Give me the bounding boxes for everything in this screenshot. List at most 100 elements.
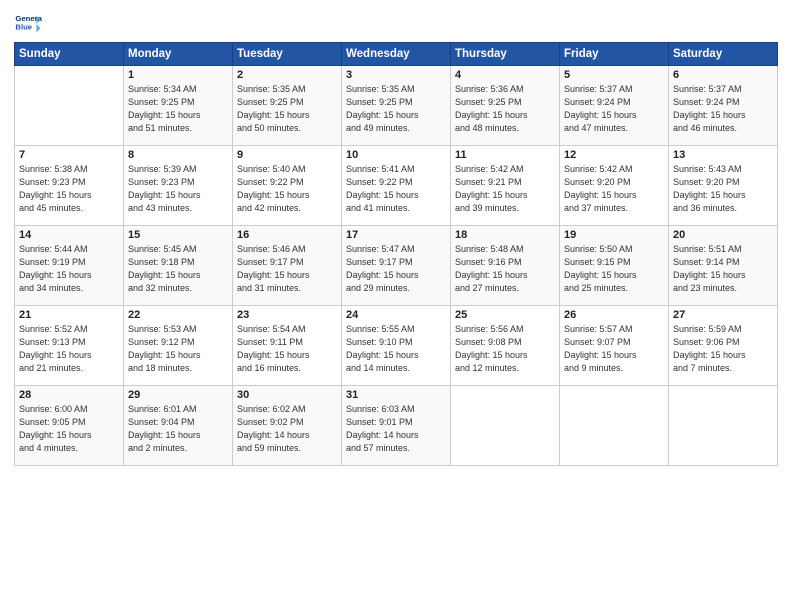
calendar-day-cell: 9 Sunrise: 5:40 AM Sunset: 9:22 PM Daylig… (233, 146, 342, 226)
day-number: 24 (346, 309, 446, 321)
day-number: 29 (128, 389, 228, 401)
logo: General Blue (14, 10, 42, 38)
calendar-day-cell: 31 Sunrise: 6:03 AM Sunset: 9:01 PM Dayli… (342, 386, 451, 466)
calendar-day-cell: 6Sunrise: 5:37 AM Sunset: 9:24 PM Daylig… (669, 66, 778, 146)
calendar-week-row: 14 Sunrise: 5:44 AM Sunset: 9:19 PM Dayli… (15, 226, 778, 306)
day-info: Sunrise: 5:44 AM Sunset: 9:19 PM Dayligh… (19, 243, 119, 295)
header-row: SundayMondayTuesdayWednesdayThursdayFrid… (15, 43, 778, 66)
day-info: Sunrise: 6:02 AM Sunset: 9:02 PM Dayligh… (237, 403, 337, 455)
calendar-body: 1Sunrise: 5:34 AM Sunset: 9:25 PM Daylig… (15, 66, 778, 466)
day-number: 17 (346, 229, 446, 241)
calendar-day-cell: 7 Sunrise: 5:38 AM Sunset: 9:23 PM Daylig… (15, 146, 124, 226)
day-info: Sunrise: 5:40 AM Sunset: 9:22 PM Dayligh… (237, 163, 337, 215)
day-number: 6 (673, 69, 773, 81)
calendar-day-cell: 15 Sunrise: 5:45 AM Sunset: 9:18 PM Dayli… (124, 226, 233, 306)
day-info: Sunrise: 5:36 AM Sunset: 9:25 PM Dayligh… (455, 83, 555, 135)
calendar-day-cell: 5 Sunrise: 5:37 AM Sunset: 9:24 PM Daylig… (560, 66, 669, 146)
weekday-header: Monday (124, 43, 233, 66)
day-number: 8 (128, 149, 228, 161)
day-info: Sunrise: 5:45 AM Sunset: 9:18 PM Dayligh… (128, 243, 228, 295)
day-info: Sunrise: 5:35 AM Sunset: 9:25 PM Dayligh… (237, 83, 337, 135)
calendar-week-row: 7 Sunrise: 5:38 AM Sunset: 9:23 PM Daylig… (15, 146, 778, 226)
day-info: Sunrise: 5:34 AM Sunset: 9:25 PM Dayligh… (128, 83, 228, 135)
calendar-day-cell: 11 Sunrise: 5:42 AM Sunset: 9:21 PM Dayli… (451, 146, 560, 226)
day-info: Sunrise: 5:55 AM Sunset: 9:10 PM Dayligh… (346, 323, 446, 375)
day-number: 2 (237, 69, 337, 81)
header: General Blue (14, 10, 778, 38)
logo-icon: General Blue (14, 10, 42, 38)
day-number: 15 (128, 229, 228, 241)
day-number: 21 (19, 309, 119, 321)
day-number: 28 (19, 389, 119, 401)
day-number: 10 (346, 149, 446, 161)
calendar-day-cell: 3 Sunrise: 5:35 AM Sunset: 9:25 PM Daylig… (342, 66, 451, 146)
calendar-day-cell (669, 386, 778, 466)
day-info: Sunrise: 5:51 AM Sunset: 9:14 PM Dayligh… (673, 243, 773, 295)
calendar-day-cell: 27 Sunrise: 5:59 AM Sunset: 9:06 PM Dayli… (669, 306, 778, 386)
day-info: Sunrise: 5:41 AM Sunset: 9:22 PM Dayligh… (346, 163, 446, 215)
calendar-week-row: 28 Sunrise: 6:00 AM Sunset: 9:05 PM Dayli… (15, 386, 778, 466)
day-info: Sunrise: 5:53 AM Sunset: 9:12 PM Dayligh… (128, 323, 228, 375)
day-info: Sunrise: 6:00 AM Sunset: 9:05 PM Dayligh… (19, 403, 119, 455)
calendar-day-cell: 23Sunrise: 5:54 AM Sunset: 9:11 PM Dayli… (233, 306, 342, 386)
calendar-day-cell: 24 Sunrise: 5:55 AM Sunset: 9:10 PM Dayli… (342, 306, 451, 386)
day-info: Sunrise: 5:56 AM Sunset: 9:08 PM Dayligh… (455, 323, 555, 375)
calendar-day-cell: 22 Sunrise: 5:53 AM Sunset: 9:12 PM Dayli… (124, 306, 233, 386)
calendar-day-cell: 19Sunrise: 5:50 AM Sunset: 9:15 PM Dayli… (560, 226, 669, 306)
day-number: 3 (346, 69, 446, 81)
calendar-day-cell: 12Sunrise: 5:42 AM Sunset: 9:20 PM Dayli… (560, 146, 669, 226)
calendar-day-cell: 30 Sunrise: 6:02 AM Sunset: 9:02 PM Dayli… (233, 386, 342, 466)
day-number: 27 (673, 309, 773, 321)
day-info: Sunrise: 5:38 AM Sunset: 9:23 PM Dayligh… (19, 163, 119, 215)
day-number: 14 (19, 229, 119, 241)
calendar-day-cell: 21 Sunrise: 5:52 AM Sunset: 9:13 PM Dayli… (15, 306, 124, 386)
day-info: Sunrise: 5:59 AM Sunset: 9:06 PM Dayligh… (673, 323, 773, 375)
calendar-day-cell: 8Sunrise: 5:39 AM Sunset: 9:23 PM Daylig… (124, 146, 233, 226)
day-number: 20 (673, 229, 773, 241)
day-number: 16 (237, 229, 337, 241)
calendar-day-cell: 18Sunrise: 5:48 AM Sunset: 9:16 PM Dayli… (451, 226, 560, 306)
calendar-week-row: 1Sunrise: 5:34 AM Sunset: 9:25 PM Daylig… (15, 66, 778, 146)
day-number: 7 (19, 149, 119, 161)
day-number: 31 (346, 389, 446, 401)
weekday-header: Sunday (15, 43, 124, 66)
day-info: Sunrise: 5:37 AM Sunset: 9:24 PM Dayligh… (564, 83, 664, 135)
calendar-day-cell: 20 Sunrise: 5:51 AM Sunset: 9:14 PM Dayli… (669, 226, 778, 306)
calendar-day-cell (560, 386, 669, 466)
day-number: 25 (455, 309, 555, 321)
weekday-header: Wednesday (342, 43, 451, 66)
day-number: 12 (564, 149, 664, 161)
calendar-day-cell: 28 Sunrise: 6:00 AM Sunset: 9:05 PM Dayli… (15, 386, 124, 466)
day-number: 11 (455, 149, 555, 161)
day-info: Sunrise: 5:52 AM Sunset: 9:13 PM Dayligh… (19, 323, 119, 375)
day-info: Sunrise: 6:01 AM Sunset: 9:04 PM Dayligh… (128, 403, 228, 455)
calendar-day-cell (15, 66, 124, 146)
calendar-day-cell: 2 Sunrise: 5:35 AM Sunset: 9:25 PM Daylig… (233, 66, 342, 146)
calendar-day-cell: 29 Sunrise: 6:01 AM Sunset: 9:04 PM Dayli… (124, 386, 233, 466)
calendar-week-row: 21 Sunrise: 5:52 AM Sunset: 9:13 PM Dayli… (15, 306, 778, 386)
calendar-day-cell (451, 386, 560, 466)
calendar-day-cell: 26Sunrise: 5:57 AM Sunset: 9:07 PM Dayli… (560, 306, 669, 386)
page-container: General Blue SundayMondayTuesdayWednesda… (0, 0, 792, 472)
weekday-header: Saturday (669, 43, 778, 66)
day-number: 22 (128, 309, 228, 321)
day-number: 5 (564, 69, 664, 81)
day-info: Sunrise: 5:42 AM Sunset: 9:21 PM Dayligh… (455, 163, 555, 215)
day-info: Sunrise: 6:03 AM Sunset: 9:01 PM Dayligh… (346, 403, 446, 455)
day-info: Sunrise: 5:43 AM Sunset: 9:20 PM Dayligh… (673, 163, 773, 215)
calendar-day-cell: 14 Sunrise: 5:44 AM Sunset: 9:19 PM Dayli… (15, 226, 124, 306)
calendar-day-cell: 10 Sunrise: 5:41 AM Sunset: 9:22 PM Dayli… (342, 146, 451, 226)
calendar-day-cell: 17 Sunrise: 5:47 AM Sunset: 9:17 PM Dayli… (342, 226, 451, 306)
weekday-header: Thursday (451, 43, 560, 66)
calendar-day-cell: 16 Sunrise: 5:46 AM Sunset: 9:17 PM Dayli… (233, 226, 342, 306)
day-info: Sunrise: 5:57 AM Sunset: 9:07 PM Dayligh… (564, 323, 664, 375)
calendar-header: SundayMondayTuesdayWednesdayThursdayFrid… (15, 43, 778, 66)
day-info: Sunrise: 5:35 AM Sunset: 9:25 PM Dayligh… (346, 83, 446, 135)
day-info: Sunrise: 5:47 AM Sunset: 9:17 PM Dayligh… (346, 243, 446, 295)
day-number: 18 (455, 229, 555, 241)
day-info: Sunrise: 5:46 AM Sunset: 9:17 PM Dayligh… (237, 243, 337, 295)
calendar-table: SundayMondayTuesdayWednesdayThursdayFrid… (14, 42, 778, 466)
day-number: 9 (237, 149, 337, 161)
calendar-day-cell: 13Sunrise: 5:43 AM Sunset: 9:20 PM Dayli… (669, 146, 778, 226)
day-number: 30 (237, 389, 337, 401)
